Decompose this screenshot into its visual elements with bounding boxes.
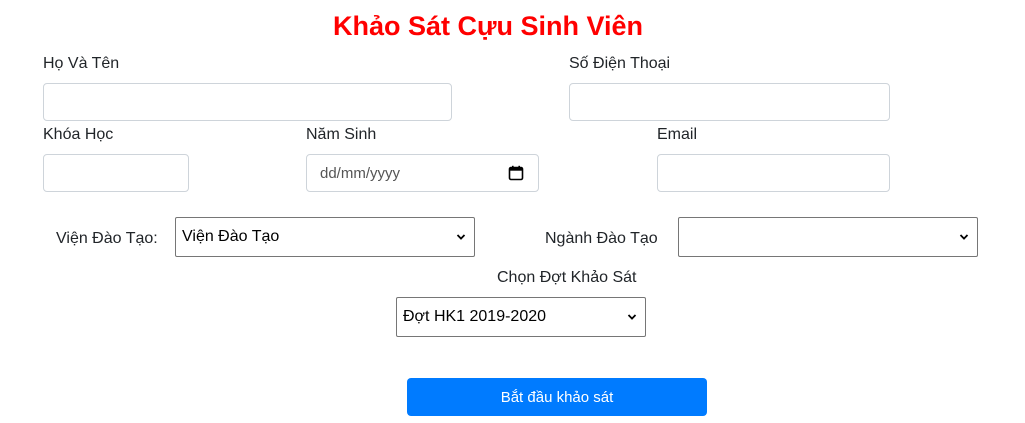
nganh-dao-tao-label: Ngành Đào Tạo: [545, 230, 658, 247]
chevron-down-icon: [456, 234, 466, 240]
nam-sinh-label: Năm Sinh: [306, 126, 377, 143]
vien-dao-tao-label: Viện Đào Tạo:: [56, 230, 158, 247]
page-title: Khảo Sát Cựu Sinh Viên: [332, 11, 644, 41]
date-placeholder: dd/mm/yyyy: [320, 164, 401, 182]
dot-khao-sat-selected: Đợt HK1 2019-2020: [403, 308, 547, 325]
email-input[interactable]: [657, 154, 890, 192]
ho-va-ten-label: Họ Và Tên: [43, 55, 120, 72]
nganh-dao-tao-select[interactable]: [678, 217, 978, 257]
khoa-hoc-label: Khóa Học: [43, 126, 114, 143]
vien-dao-tao-selected: Viện Đào Tạo: [182, 228, 280, 245]
chevron-down-icon: [959, 234, 969, 240]
dot-khao-sat-label: Chọn Đợt Khảo Sát: [497, 269, 637, 286]
chevron-down-icon: [627, 314, 637, 320]
start-survey-button[interactable]: Bắt đầu khảo sát: [407, 378, 707, 416]
nam-sinh-date-input[interactable]: dd/mm/yyyy: [306, 154, 539, 192]
khoa-hoc-input[interactable]: [43, 154, 189, 192]
vien-dao-tao-select[interactable]: Viện Đào Tạo: [175, 217, 475, 257]
calendar-icon[interactable]: [508, 165, 524, 181]
so-dien-thoai-input[interactable]: [569, 83, 890, 121]
email-label: Email: [657, 126, 698, 143]
dot-khao-sat-select[interactable]: Đợt HK1 2019-2020: [396, 297, 646, 337]
ho-va-ten-input[interactable]: [43, 83, 452, 121]
so-dien-thoai-label: Số Điện Thoại: [569, 55, 671, 72]
